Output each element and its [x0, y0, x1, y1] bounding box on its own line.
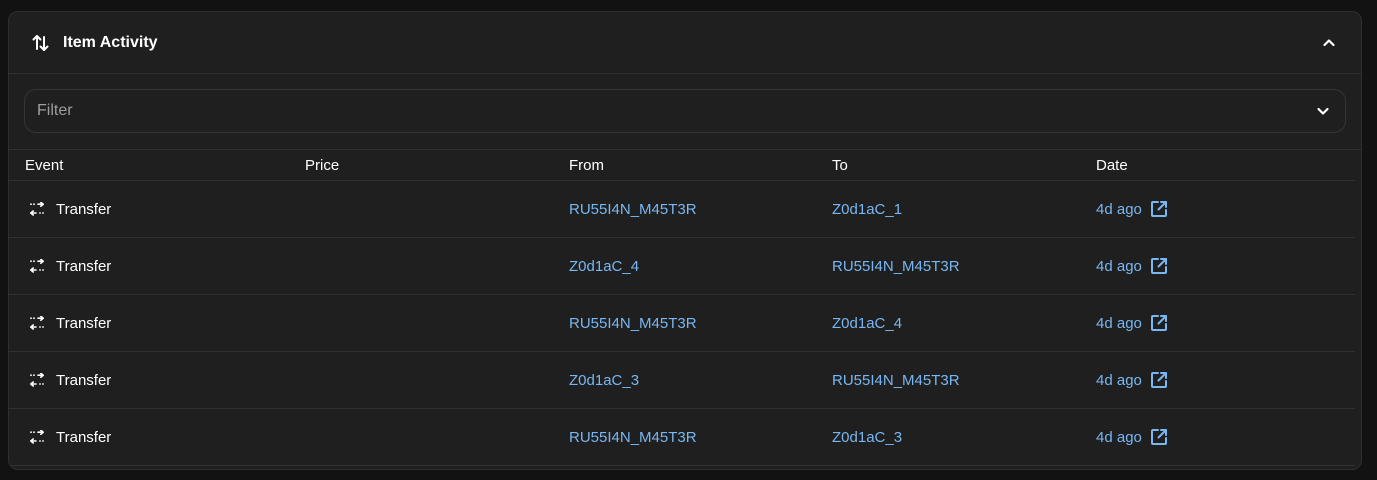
panel-header[interactable]: Item Activity — [9, 12, 1361, 74]
filter-dropdown[interactable]: Filter — [24, 89, 1346, 133]
to-user-link[interactable]: Z0d1aC_3 — [832, 429, 902, 446]
event-cell-content: Transfer — [29, 372, 289, 389]
column-header-price: Price — [289, 150, 553, 181]
price-cell — [289, 180, 553, 238]
table-row: Transfer RU55I4N_M45T3R Z0d1aC_4 4d ago — [9, 294, 1355, 352]
event-cell-content: Transfer — [29, 201, 289, 218]
price-cell — [289, 237, 553, 295]
price-cell — [289, 294, 553, 352]
from-user-link[interactable]: RU55I4N_M45T3R — [569, 201, 697, 218]
event-cell: Transfer — [9, 408, 289, 466]
filter-section: Filter — [9, 74, 1361, 150]
date-cell: 4d ago — [1080, 294, 1355, 352]
chevron-down-icon[interactable] — [1313, 101, 1333, 121]
from-cell: RU55I4N_M45T3R — [553, 408, 816, 466]
date-cell: 4d ago — [1080, 351, 1355, 409]
date-cell-content: 4d ago — [1096, 371, 1355, 389]
arrows-up-down-icon — [31, 33, 51, 53]
table-row: Transfer Z0d1aC_3 RU55I4N_M45T3R 4d ago — [9, 351, 1355, 409]
from-cell: Z0d1aC_4 — [553, 237, 816, 295]
date-cell: 4d ago — [1080, 237, 1355, 295]
to-user-link[interactable]: RU55I4N_M45T3R — [832, 372, 960, 389]
from-cell: RU55I4N_M45T3R — [553, 294, 816, 352]
table-row: Transfer RU55I4N_M45T3R Z0d1aC_3 4d ago — [9, 408, 1355, 466]
external-link-icon[interactable] — [1150, 314, 1168, 332]
event-label: Transfer — [56, 314, 112, 332]
column-header-from: From — [553, 150, 816, 181]
from-user-link[interactable]: Z0d1aC_4 — [569, 258, 639, 275]
event-label: Transfer — [56, 257, 112, 275]
to-cell: Z0d1aC_4 — [816, 294, 1080, 352]
date-cell-content: 4d ago — [1096, 200, 1355, 218]
from-user-link[interactable]: RU55I4N_M45T3R — [569, 315, 697, 332]
table-row: Transfer Z0d1aC_4 RU55I4N_M45T3R 4d ago — [9, 237, 1355, 295]
date-link[interactable]: 4d ago — [1096, 258, 1142, 275]
transfer-icon — [29, 258, 45, 274]
from-user-link[interactable]: Z0d1aC_3 — [569, 372, 639, 389]
column-header-to: To — [816, 150, 1080, 181]
from-user-link[interactable]: RU55I4N_M45T3R — [569, 429, 697, 446]
date-cell: 4d ago — [1080, 408, 1355, 466]
column-header-date: Date — [1080, 150, 1355, 181]
event-label: Transfer — [56, 428, 112, 446]
to-user-link[interactable]: Z0d1aC_1 — [832, 201, 902, 218]
date-link[interactable]: 4d ago — [1096, 429, 1142, 446]
from-cell: RU55I4N_M45T3R — [553, 180, 816, 238]
event-cell-content: Transfer — [29, 258, 289, 275]
event-cell: Transfer — [9, 237, 289, 295]
transfer-icon — [29, 429, 45, 445]
to-cell: Z0d1aC_3 — [816, 408, 1080, 466]
transfer-icon — [29, 201, 45, 217]
panel-title: Item Activity — [63, 33, 158, 51]
price-cell — [289, 351, 553, 409]
date-link[interactable]: 4d ago — [1096, 201, 1142, 218]
price-cell — [289, 408, 553, 466]
event-cell: Transfer — [9, 351, 289, 409]
event-cell-content: Transfer — [29, 315, 289, 332]
event-label: Transfer — [56, 371, 112, 389]
external-link-icon[interactable] — [1150, 428, 1168, 446]
chevron-up-icon[interactable] — [1317, 31, 1341, 55]
to-user-link[interactable]: Z0d1aC_4 — [832, 315, 902, 332]
event-cell: Transfer — [9, 294, 289, 352]
to-cell: Z0d1aC_1 — [816, 180, 1080, 238]
to-user-link[interactable]: RU55I4N_M45T3R — [832, 258, 960, 275]
transfer-icon — [29, 372, 45, 388]
external-link-icon[interactable] — [1150, 200, 1168, 218]
item-activity-panel: Item Activity Filter Event Price From To… — [8, 11, 1362, 470]
activity-table: Event Price From To Date Transfer RU55I4… — [9, 150, 1355, 466]
filter-placeholder: Filter — [37, 102, 73, 119]
transfer-icon — [29, 315, 45, 331]
to-cell: RU55I4N_M45T3R — [816, 237, 1080, 295]
date-cell-content: 4d ago — [1096, 428, 1355, 446]
to-cell: RU55I4N_M45T3R — [816, 351, 1080, 409]
date-link[interactable]: 4d ago — [1096, 315, 1142, 332]
table-row: Transfer RU55I4N_M45T3R Z0d1aC_1 4d ago — [9, 180, 1355, 238]
external-link-icon[interactable] — [1150, 257, 1168, 275]
date-cell: 4d ago — [1080, 180, 1355, 238]
external-link-icon[interactable] — [1150, 371, 1168, 389]
date-cell-content: 4d ago — [1096, 257, 1355, 275]
event-label: Transfer — [56, 200, 112, 218]
event-cell: Transfer — [9, 180, 289, 238]
column-header-event: Event — [9, 150, 289, 181]
table-header-row: Event Price From To Date — [9, 150, 1355, 181]
event-cell-content: Transfer — [29, 429, 289, 446]
date-cell-content: 4d ago — [1096, 314, 1355, 332]
from-cell: Z0d1aC_3 — [553, 351, 816, 409]
date-link[interactable]: 4d ago — [1096, 372, 1142, 389]
